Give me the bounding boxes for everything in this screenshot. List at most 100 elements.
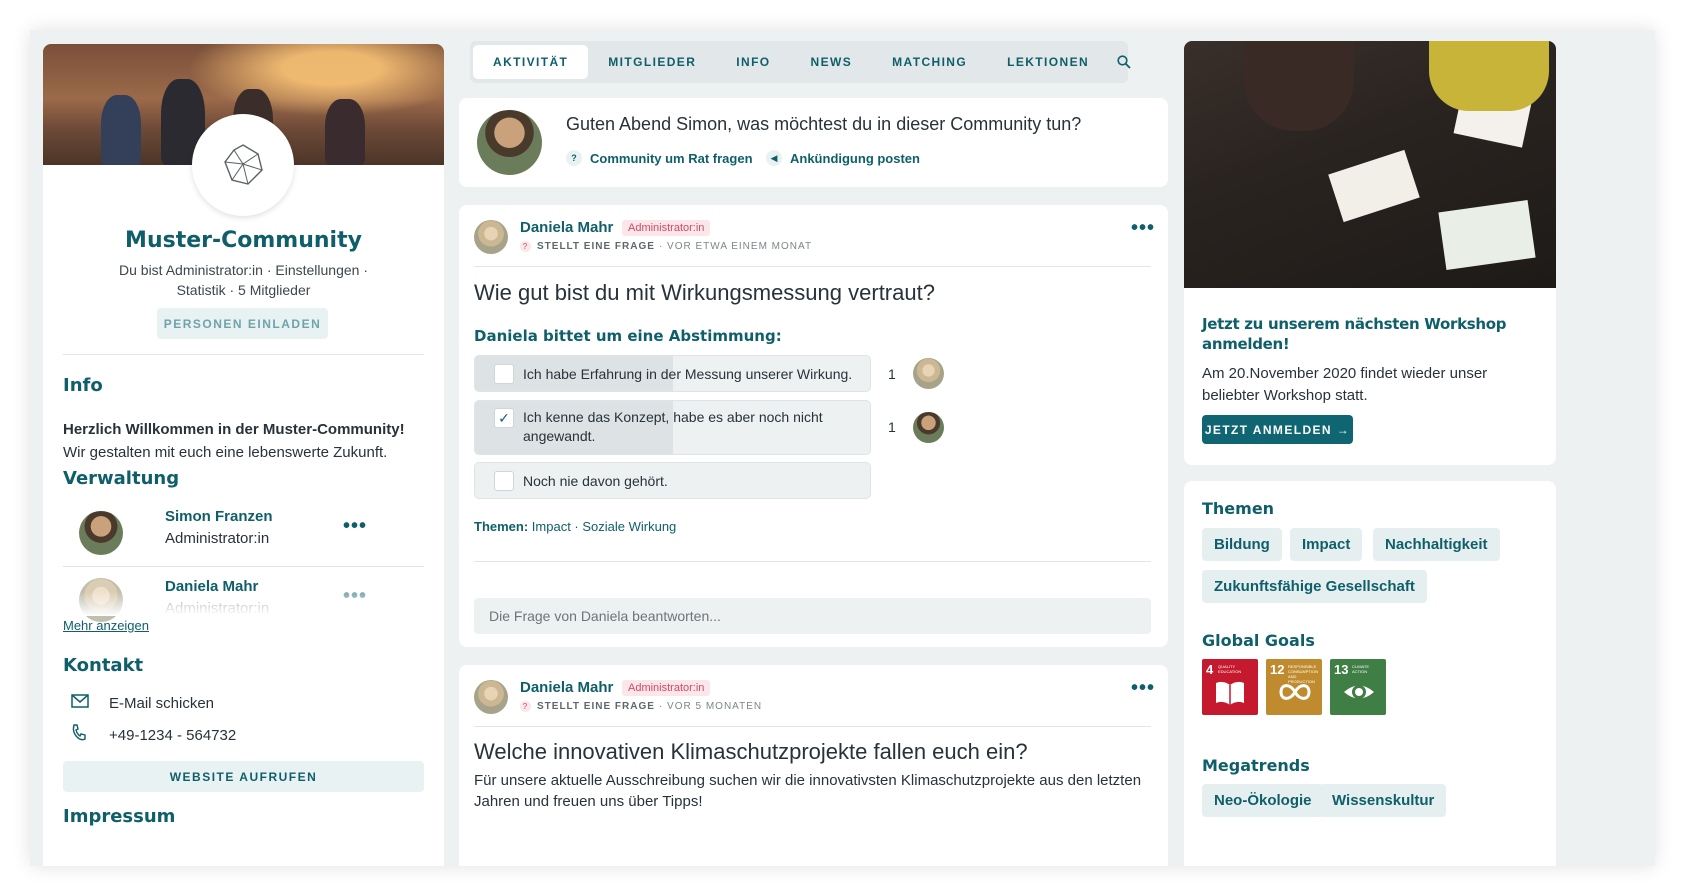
topics-heading: Themen [1202,499,1275,518]
post-body: Für unsere aktuelle Ausschreibung suchen… [474,772,1142,810]
email-contact[interactable]: E-Mail schicken [71,694,214,712]
tab-matching[interactable]: MATCHING [872,45,987,79]
more-options-icon[interactable]: ••• [1131,677,1155,700]
sdg-number: 12 [1270,662,1285,677]
crystal-logo-icon [224,144,263,185]
post-composer: Guten Abend Simon, was möchtest du in di… [459,98,1168,187]
poll-option[interactable]: Ich habe Erfahrung in der Messung unsere… [474,355,871,392]
avatar[interactable] [474,220,508,254]
website-button[interactable]: WEBSITE AUFRUFEN [63,761,424,792]
tab-info[interactable]: INFO [716,45,790,79]
post-meta: ? STELLT EINE FRAGE · VOR ETWA EINEM MON… [520,241,812,252]
post-title[interactable]: Welche innovativen Klimaschutzprojekte f… [474,739,1028,765]
topics-links[interactable]: Impact · Soziale Wirkung [532,519,677,534]
sdg-number: 13 [1334,662,1349,677]
post-author[interactable]: Daniela Mahr [520,679,613,696]
poll-checkbox[interactable] [494,364,514,384]
topic-chip[interactable]: Bildung [1202,528,1282,561]
tab-aktivitaet[interactable]: AKTIVITÄT [473,45,589,79]
sdg-number: 4 [1206,662,1214,677]
phone-number[interactable]: +49-1234 - 564732 [109,727,236,744]
divider [474,561,1151,562]
ask-community-button[interactable]: ? Community um Rat fragen [566,150,753,166]
sdg-13-icon[interactable]: 13 CLIMATE ACTION [1330,659,1386,715]
topic-chip[interactable]: Impact [1290,528,1363,561]
person-shape [1244,41,1354,131]
poll-vote-count: 1 [888,366,896,382]
more-options-icon[interactable]: ••• [1131,217,1155,240]
poll-heading: Daniela bittet um eine Abstimmung: [474,327,782,345]
poll-option[interactable]: Noch nie davon gehört. [474,462,871,499]
answer-input[interactable]: Die Frage von Daniela beantworten... [474,598,1151,634]
post-type: STELLT EINE FRAGE [537,701,655,712]
post-announcement-button[interactable]: ◀ Ankündigung posten [766,150,920,166]
topics-label: Themen: [474,519,529,534]
search-icon[interactable] [1117,55,1131,69]
post-card: Daniela Mahr Administrator:in ? STELLT E… [459,665,1168,866]
show-more-link[interactable]: Mehr anzeigen [63,618,149,633]
divider [474,266,1151,267]
person-shape [1429,41,1549,111]
email-label[interactable]: E-Mail schicken [109,695,214,712]
avatar[interactable] [79,511,123,555]
topic-chip[interactable]: Zukunftsfähige Gesellschaft [1202,570,1427,603]
post-time: · VOR 5 MONATEN [658,701,763,712]
info-welcome: Herzlich Willkommen in der Muster-Commun… [63,421,405,438]
poll-option-label: Ich habe Erfahrung in der Messung unsere… [523,366,853,382]
divider [63,354,424,355]
poll-vote-count: 1 [888,419,896,435]
composer-prompt[interactable]: Guten Abend Simon, was möchtest du in di… [566,114,1081,135]
avatar[interactable] [477,110,542,175]
ask-community-label: Community um Rat fragen [590,150,753,166]
divider [63,566,424,567]
community-sidebar: Muster-Community Du bist Administrator:i… [43,44,444,866]
sdg-label: QUALITY EDUCATION [1218,664,1242,674]
promo-text: Am 20.November 2020 findet wieder unser … [1202,365,1488,404]
post-card: Daniela Mahr Administrator:in ? STELLT E… [459,205,1168,647]
megatrend-chip[interactable]: Wissenskultur [1320,784,1447,817]
avatar[interactable] [913,358,944,389]
poll-checkbox[interactable] [494,471,514,491]
app-frame: Muster-Community Du bist Administrator:i… [30,30,1655,866]
megaphone-icon: ◀ [766,150,782,166]
admin-name[interactable]: Simon Franzen [165,508,273,525]
sdg-12-icon[interactable]: 12 RESPONSIBLE CONSUMPTION AND PRODUCTIO… [1266,659,1322,715]
post-meta: ? STELLT EINE FRAGE · VOR 5 MONATEN [520,701,762,712]
tab-mitglieder[interactable]: MITGLIEDER [588,45,716,79]
envelope-icon [71,694,95,712]
workshop-photo [1184,41,1556,288]
post-title[interactable]: Wie gut bist du mit Wirkungsmessung vert… [474,280,935,306]
megatrend-chip[interactable]: Neo-Ökologie [1202,784,1324,817]
divider [474,726,1151,727]
community-meta-line1[interactable]: Du bist Administrator:in · Einstellungen… [83,260,404,280]
community-meta-line2[interactable]: Statistik · 5 Mitglieder [83,280,404,300]
admin-badge: Administrator:in [622,680,711,696]
topics-card: Themen Bildung Impact Nachhaltigkeit Zuk… [1184,481,1556,866]
poll-option[interactable]: ✓ Ich kenne das Konzept, habe es aber no… [474,400,871,455]
workshop-promo-card: Jetzt zu unserem nächsten Workshop anmel… [1184,41,1556,465]
info-text: Herzlich Willkommen in der Muster-Commun… [63,418,423,464]
post-author[interactable]: Daniela Mahr [520,219,613,236]
list-fade [43,592,444,616]
question-icon: ? [566,150,582,166]
promo-title: Jetzt zu unserem nächsten Workshop anmel… [1202,315,1507,353]
admin-heading: Verwaltung [63,468,180,489]
sdg-4-icon[interactable]: 4 QUALITY EDUCATION [1202,659,1258,715]
more-options-icon[interactable]: ••• [343,515,367,538]
global-goals-heading: Global Goals [1202,631,1315,650]
book-icon [1216,681,1244,705]
avatar[interactable] [474,680,508,714]
tab-lektionen[interactable]: LEKTIONEN [987,45,1109,79]
megatrends-heading: Megatrends [1202,756,1310,775]
phone-contact[interactable]: +49-1234 - 564732 [71,724,236,746]
register-button[interactable]: JETZT ANMELDEN → [1202,415,1353,444]
tab-news[interactable]: NEWS [791,45,873,79]
info-heading: Info [63,375,103,396]
avatar[interactable] [913,412,944,443]
check-icon[interactable]: ✓ [494,408,514,428]
contact-heading: Kontakt [63,655,144,676]
invite-people-button[interactable]: PERSONEN EINLADEN [157,308,328,339]
community-meta: Du bist Administrator:in · Einstellungen… [83,260,404,300]
poll-option-label: Noch nie davon gehört. [523,473,668,489]
topic-chip[interactable]: Nachhaltigkeit [1373,528,1500,561]
